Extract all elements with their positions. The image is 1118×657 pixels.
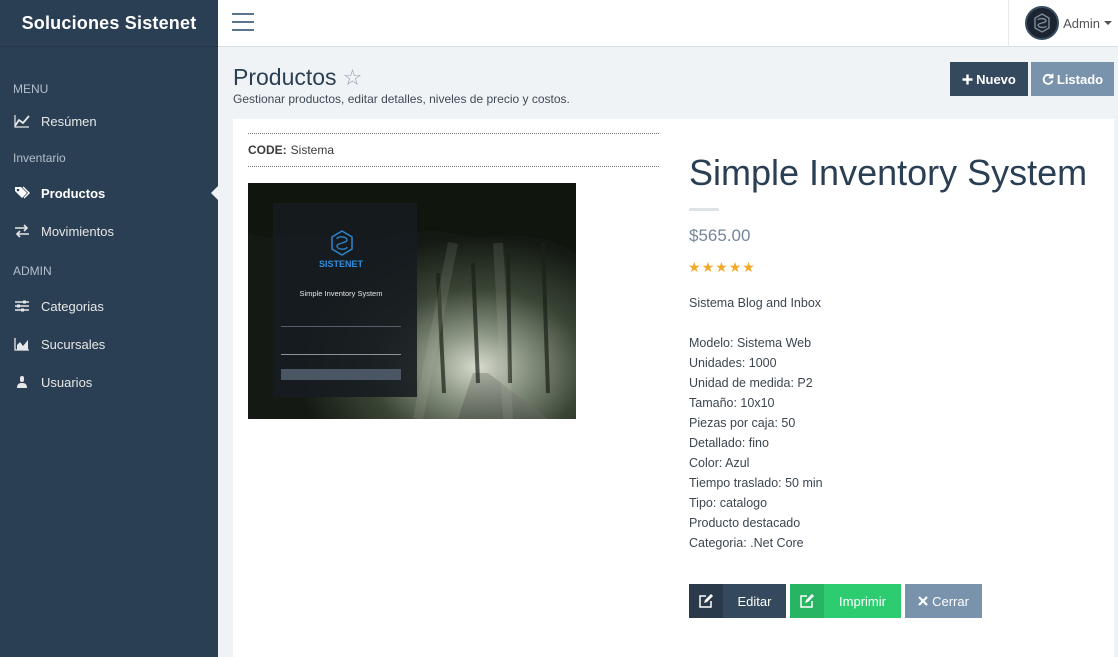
detail-line: Detallado: fino bbox=[689, 436, 769, 450]
new-button-label: Nuevo bbox=[976, 71, 1016, 87]
star-icon[interactable]: ★ bbox=[688, 260, 701, 274]
menu-toggle-icon[interactable] bbox=[232, 13, 254, 31]
sidebar-item-label: Usuarios bbox=[41, 374, 93, 390]
detail-line: Unidades: 1000 bbox=[689, 356, 777, 370]
product-code-label: CODE: bbox=[248, 143, 287, 157]
section-title-menu: MENU bbox=[13, 82, 49, 96]
star-outline-icon[interactable]: ☆ bbox=[343, 65, 363, 91]
product-description: Sistema Blog and Inbox bbox=[689, 296, 822, 310]
edit-icon bbox=[689, 584, 723, 618]
edit-button[interactable]: Editar bbox=[689, 584, 786, 618]
product-detail-card: CODE: Sistema SISTENET Simple Inventory … bbox=[233, 119, 1114, 657]
image-title-text: Simple Inventory System bbox=[300, 289, 383, 298]
refresh-icon bbox=[1042, 73, 1054, 85]
product-actions: Editar Imprimir Cerrar bbox=[689, 584, 982, 618]
detail-line: Tiempo traslado: 50 min bbox=[689, 476, 823, 490]
section-title-inventario: Inventario bbox=[13, 151, 66, 165]
title-divider bbox=[689, 208, 719, 211]
product-price: $565.00 bbox=[689, 226, 751, 245]
section-title-admin: ADMIN bbox=[13, 264, 52, 278]
tags-icon bbox=[13, 185, 31, 201]
sidebar-item-usuarios[interactable]: Usuarios bbox=[0, 363, 218, 401]
list-button[interactable]: Listado bbox=[1031, 62, 1114, 96]
new-button[interactable]: Nuevo bbox=[950, 62, 1028, 96]
detail-line: Tamaño: 10x10 bbox=[689, 396, 775, 410]
sliders-icon bbox=[13, 298, 31, 314]
page-title-text: Productos bbox=[233, 64, 337, 90]
star-icon[interactable]: ★ bbox=[729, 260, 742, 274]
sidebar-item-movimientos[interactable]: Movimientos bbox=[0, 212, 218, 250]
sidebar-item-label: Categorias bbox=[41, 298, 104, 314]
detail-line: Modelo: Sistema Web bbox=[689, 336, 812, 350]
sidebar-item-label: Movimientos bbox=[41, 223, 114, 239]
rating-stars: ★ ★ ★ ★ ★ bbox=[688, 260, 755, 274]
close-button[interactable]: Cerrar bbox=[905, 584, 982, 618]
detail-line: Producto destacado bbox=[689, 516, 801, 530]
user-name: Admin bbox=[1063, 15, 1100, 31]
product-image[interactable]: SISTENET Simple Inventory System bbox=[248, 183, 576, 419]
line-chart-icon bbox=[13, 113, 31, 129]
sidebar: Soluciones Sistenet MENU Resúmen Inventa… bbox=[0, 0, 218, 657]
star-icon[interactable]: ★ bbox=[742, 260, 755, 274]
sidebar-item-categorias[interactable]: Categorias bbox=[0, 287, 218, 325]
bar-chart-icon bbox=[13, 336, 31, 352]
sidebar-item-resumen[interactable]: Resúmen bbox=[0, 102, 218, 140]
plus-icon bbox=[962, 74, 973, 84]
page-title: Productos ☆ bbox=[233, 64, 362, 91]
print-button-label: Imprimir bbox=[839, 593, 886, 609]
sidebar-item-productos[interactable]: Productos bbox=[0, 174, 218, 212]
sidebar-item-sucursales[interactable]: Sucursales bbox=[0, 325, 218, 363]
sidebar-item-label: Resúmen bbox=[41, 113, 97, 129]
image-brand-text: SISTENET bbox=[319, 259, 364, 269]
list-button-label: Listado bbox=[1056, 71, 1104, 87]
edit-icon bbox=[790, 584, 824, 618]
star-icon[interactable]: ★ bbox=[715, 260, 728, 274]
product-details: Modelo: Sistema Web Unidades: 1000 Unida… bbox=[689, 336, 823, 556]
product-code: CODE: Sistema bbox=[248, 133, 659, 167]
exchange-icon bbox=[13, 223, 31, 239]
print-button[interactable]: Imprimir bbox=[790, 584, 901, 618]
avatar bbox=[1025, 6, 1060, 40]
chevron-down-icon bbox=[1104, 21, 1112, 25]
product-name: Simple Inventory System bbox=[689, 152, 1088, 193]
top-navbar: Admin bbox=[218, 0, 1118, 47]
close-button-label: Cerrar bbox=[932, 593, 969, 609]
detail-line: Tipo: catalogo bbox=[689, 496, 768, 510]
star-icon[interactable]: ★ bbox=[702, 260, 715, 274]
detail-line: Color: Azul bbox=[689, 456, 750, 470]
detail-line: Piezas por caja: 50 bbox=[689, 416, 796, 430]
edit-button-label: Editar bbox=[737, 593, 772, 609]
detail-line: Unidad de medida: P2 bbox=[689, 376, 813, 390]
user-menu[interactable]: Admin bbox=[1008, 0, 1118, 46]
detail-line: Categoria: .Net Core bbox=[689, 536, 804, 550]
user-icon bbox=[13, 374, 31, 390]
sidebar-item-label: Productos bbox=[41, 185, 106, 201]
brand-title[interactable]: Soluciones Sistenet bbox=[0, 0, 218, 47]
close-icon bbox=[918, 596, 928, 606]
page-subtitle: Gestionar productos, editar detalles, ni… bbox=[233, 92, 570, 106]
product-code-value: Sistema bbox=[290, 143, 335, 157]
sidebar-item-label: Sucursales bbox=[41, 336, 106, 352]
